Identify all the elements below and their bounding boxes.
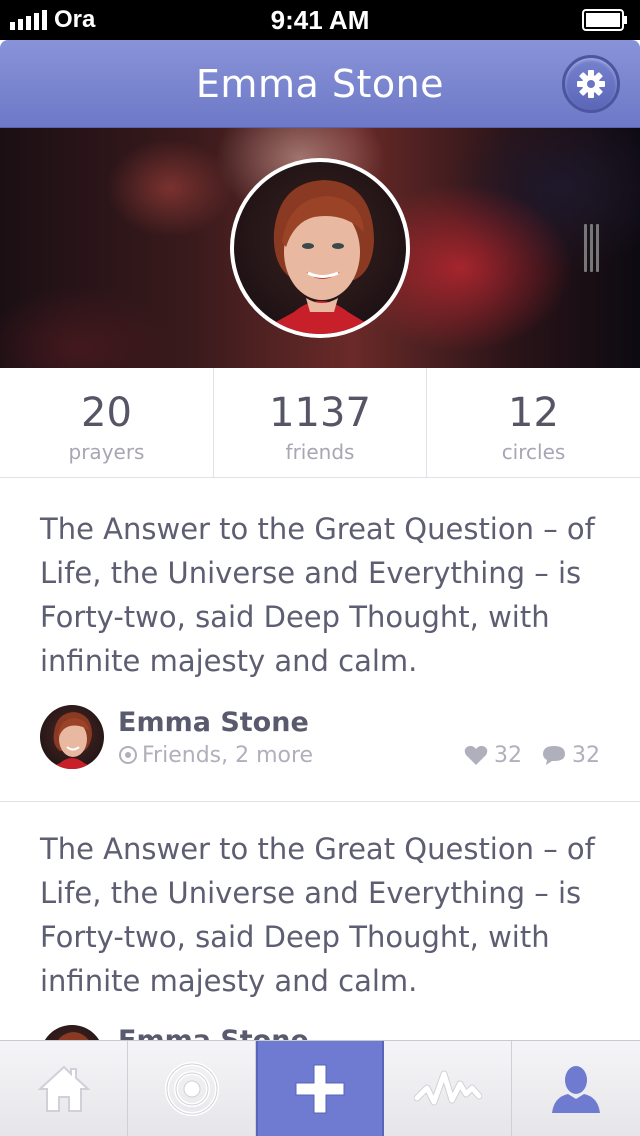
settings-button[interactable] <box>562 55 620 113</box>
tab-bar <box>0 1040 640 1136</box>
profile-cover <box>0 128 640 368</box>
stat-value: 1137 <box>269 390 371 436</box>
avatar-photo <box>48 712 96 769</box>
post-text: The Answer to the Great Question – of Li… <box>40 832 595 998</box>
status-time: 9:41 AM <box>270 5 370 35</box>
home-icon <box>36 1065 91 1112</box>
avatar[interactable] <box>40 705 104 769</box>
activity-icon <box>413 1070 482 1106</box>
stat-label: circles <box>501 440 566 464</box>
stat-value: 12 <box>508 390 559 436</box>
stat-prayers[interactable]: 20 prayers <box>0 368 213 478</box>
status-bar: Ora 9:41 AM <box>0 0 640 40</box>
circle-icon <box>119 746 137 764</box>
tab-add[interactable] <box>256 1041 384 1136</box>
stat-label: prayers <box>68 440 145 464</box>
tab-activity[interactable] <box>384 1041 512 1136</box>
tab-profile[interactable] <box>512 1041 640 1136</box>
stat-friends[interactable]: 1137 friends <box>213 368 426 478</box>
post-audience[interactable]: Friends, 2 more <box>118 743 313 768</box>
like-button[interactable]: 32 <box>464 743 522 768</box>
post-author[interactable]: Emma Stone <box>118 707 309 738</box>
target-icon <box>164 1062 219 1116</box>
stat-label: friends <box>285 440 355 464</box>
stat-value: 20 <box>81 390 132 436</box>
stat-circles[interactable]: 12 circles <box>426 368 640 478</box>
gear-icon <box>577 70 605 98</box>
profile-icon <box>552 1066 600 1113</box>
post-card[interactable]: The Answer to the Great Question – of Li… <box>0 479 640 802</box>
drag-handle[interactable] <box>584 224 600 272</box>
page-title: Emma Stone <box>195 62 445 106</box>
speech-bubble-icon <box>543 746 565 765</box>
plus-icon <box>295 1064 345 1114</box>
audience-text: Friends, 2 more <box>142 743 314 768</box>
tab-circles[interactable] <box>128 1041 256 1136</box>
tab-home[interactable] <box>0 1041 128 1136</box>
nav-bar: Emma Stone <box>0 40 640 128</box>
profile-avatar[interactable] <box>230 158 410 338</box>
like-count: 32 <box>494 743 522 768</box>
battery-icon <box>582 9 627 31</box>
comment-button[interactable]: 32 <box>542 743 600 768</box>
heart-icon <box>464 745 488 765</box>
post-text: The Answer to the Great Question – of Li… <box>40 512 595 678</box>
profile-photo <box>254 180 384 334</box>
profile-stats: 20 prayers 1137 friends 12 circles <box>0 368 640 478</box>
comment-count: 32 <box>572 743 600 768</box>
